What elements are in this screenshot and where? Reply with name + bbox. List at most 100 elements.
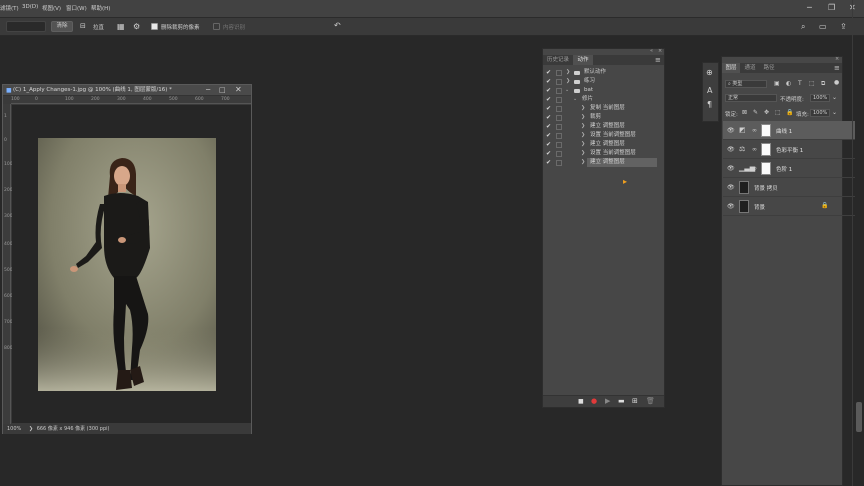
panel-collapse-icon[interactable]: « — [650, 48, 653, 54]
blend-mode-select[interactable]: 正常 — [725, 94, 777, 102]
action-row[interactable]: ✔ ⌄ 修片 — [543, 95, 663, 104]
action-row[interactable]: ✔ ⌄ bat — [543, 86, 663, 95]
document-title[interactable]: (C) 1_Apply Changes-1.jpg @ 100% (曲线 1, … — [3, 85, 251, 96]
eye-icon[interactable]: 👁 — [727, 127, 735, 134]
menu-window[interactable]: 窗口(W) — [66, 4, 87, 12]
canvas-area[interactable] — [12, 105, 251, 423]
minimize-icon[interactable]: ─ — [807, 3, 812, 12]
chevron-right-icon[interactable]: ❯ — [566, 68, 570, 77]
chevron-right-icon[interactable]: ❯ — [566, 77, 570, 86]
overlay-grid-icon[interactable]: ▦ — [117, 23, 125, 31]
straighten-icon[interactable]: ⊟ — [80, 23, 86, 30]
toggle-check-icon[interactable]: ✔ — [546, 140, 551, 149]
layer-filter-select[interactable]: ⌕ 类型 — [725, 80, 767, 88]
eye-icon[interactable]: 👁 — [727, 146, 735, 153]
workspace-icon[interactable]: ▭ — [819, 23, 827, 31]
lock-transparent-icon[interactable]: ⊠ — [742, 109, 747, 116]
clear-button[interactable]: 清除 — [51, 21, 73, 32]
chain-icon[interactable]: ∞ — [752, 146, 757, 153]
layer-mask-thumbnail[interactable] — [761, 143, 771, 156]
toggle-check-icon[interactable]: ✔ — [546, 68, 551, 77]
panel-menu-icon[interactable]: ≡ — [655, 56, 661, 64]
dialog-toggle[interactable] — [556, 160, 562, 166]
share-icon[interactable]: ⇪ — [840, 23, 847, 31]
chevron-right-icon[interactable]: ❯ — [581, 113, 585, 122]
eye-icon[interactable]: 👁 — [727, 184, 735, 191]
fill-field[interactable]: 100% — [810, 109, 830, 117]
gear-icon[interactable]: ⚙ — [133, 23, 140, 31]
toggle-check-icon[interactable]: ✔ — [546, 86, 551, 95]
chain-icon[interactable]: ∞ — [752, 165, 757, 172]
new-action-icon[interactable]: ⊞ — [632, 397, 638, 405]
action-row[interactable]: ✔ ❯ 裁剪 — [543, 113, 663, 122]
tab-actions[interactable]: 动作 — [573, 55, 593, 65]
lock-all-icon[interactable]: 🔒 — [786, 109, 793, 116]
tab-history[interactable]: 历史记录 — [543, 55, 573, 65]
layer-row[interactable]: 👁 ◩ ∞ 曲线 1 — [723, 121, 855, 140]
menu-help[interactable]: 帮助(H) — [91, 4, 110, 12]
panel-close-icon[interactable]: × — [658, 48, 662, 54]
doc-close-icon[interactable]: ✕ — [235, 85, 242, 94]
record-icon[interactable]: ● — [591, 397, 597, 405]
ratio-field[interactable] — [6, 21, 46, 32]
toggle-check-icon[interactable]: ✔ — [546, 131, 551, 140]
eye-icon[interactable]: 👁 — [727, 165, 735, 172]
filter-smart-icon[interactable]: ⧉ — [821, 80, 825, 88]
fill-chevron-icon[interactable]: ⌄ — [832, 109, 837, 116]
layer-mask-thumbnail[interactable] — [761, 124, 771, 137]
lock-position-icon[interactable]: ✥ — [764, 109, 769, 116]
chevron-right-icon[interactable]: ❯ — [581, 131, 585, 140]
chevron-right-icon[interactable]: ❯ — [581, 149, 585, 158]
tab-paths[interactable]: 路径 — [760, 63, 778, 73]
status-arrow-icon[interactable]: ❯ — [29, 426, 33, 432]
straighten-label[interactable]: 拉直 — [93, 23, 104, 31]
layer-row[interactable]: 👁 背景 🔒 — [723, 197, 855, 216]
action-row[interactable]: ✔ ❯ 复制 当前图层 — [543, 104, 663, 113]
toggle-check-icon[interactable]: ✔ — [546, 149, 551, 158]
content-aware-checkbox[interactable] — [213, 23, 220, 30]
filter-pixel-icon[interactable]: ▣ — [774, 80, 780, 87]
doc-minimize-icon[interactable]: ─ — [206, 86, 210, 94]
opacity-field[interactable]: 100% — [810, 94, 830, 102]
toggle-check-icon[interactable]: ✔ — [546, 104, 551, 113]
lock-image-icon[interactable]: ✎ — [753, 109, 758, 116]
dialog-toggle[interactable] — [556, 97, 562, 103]
action-row[interactable]: ✔ ❯ 设置 当前调整图层 — [543, 149, 663, 158]
action-row[interactable]: ✔ ❯ 设置 当前调整图层 — [543, 131, 663, 140]
zoom-level[interactable]: 100% — [7, 426, 21, 432]
history-brush-icon[interactable]: ⊕ — [706, 69, 713, 77]
action-row-selected[interactable]: ✔ ❯ 建立 调整图层 — [543, 158, 663, 167]
layers-panel-close-icon[interactable]: × — [835, 56, 839, 62]
action-row[interactable]: ✔ ❯ 建立 调整图层 — [543, 140, 663, 149]
eye-icon[interactable]: 👁 — [727, 203, 735, 210]
chevron-down-icon[interactable]: ⌄ — [565, 86, 569, 95]
restore-icon[interactable]: ❐ — [828, 3, 835, 12]
play-icon[interactable]: ▶ — [605, 397, 610, 405]
menu-filter[interactable]: 滤镜(T) — [0, 4, 19, 12]
layer-row[interactable]: 👁 ⚖ ∞ 色彩平衡 1 — [723, 140, 855, 159]
toggle-check-icon[interactable]: ✔ — [546, 77, 551, 86]
dialog-toggle[interactable] — [556, 70, 562, 76]
action-row[interactable]: ✔ ❯ 练习 — [543, 77, 663, 86]
dialog-toggle[interactable] — [556, 142, 562, 148]
search-icon[interactable]: ⌕ — [801, 23, 805, 31]
tab-layers[interactable]: 图层 — [722, 63, 740, 73]
doc-maximize-icon[interactable]: □ — [219, 86, 226, 94]
chevron-right-icon[interactable]: ❯ — [581, 122, 585, 131]
toggle-check-icon[interactable]: ✔ — [546, 113, 551, 122]
filter-adjustment-icon[interactable]: ◐ — [786, 80, 791, 87]
menu-3d[interactable]: 3D(D) — [22, 4, 38, 10]
dialog-toggle[interactable] — [556, 106, 562, 112]
layer-thumbnail[interactable] — [739, 200, 749, 213]
toggle-check-icon[interactable]: ✔ — [546, 158, 551, 167]
chevron-right-icon[interactable]: ❯ — [581, 140, 585, 149]
reset-icon[interactable]: ↶ — [334, 22, 341, 30]
delete-cropped-checkbox[interactable] — [151, 23, 158, 30]
delete-icon[interactable]: 🗑 — [646, 397, 655, 405]
layer-row[interactable]: 👁 背景 拷贝 — [723, 178, 855, 197]
menu-view[interactable]: 视图(V) — [42, 4, 61, 12]
action-row[interactable]: ✔ ❯ 建立 调整图层 — [543, 122, 663, 131]
filter-type-icon[interactable]: T — [798, 80, 802, 87]
layer-mask-thumbnail[interactable] — [761, 162, 771, 175]
chevron-down-icon[interactable]: ⌄ — [573, 95, 577, 104]
